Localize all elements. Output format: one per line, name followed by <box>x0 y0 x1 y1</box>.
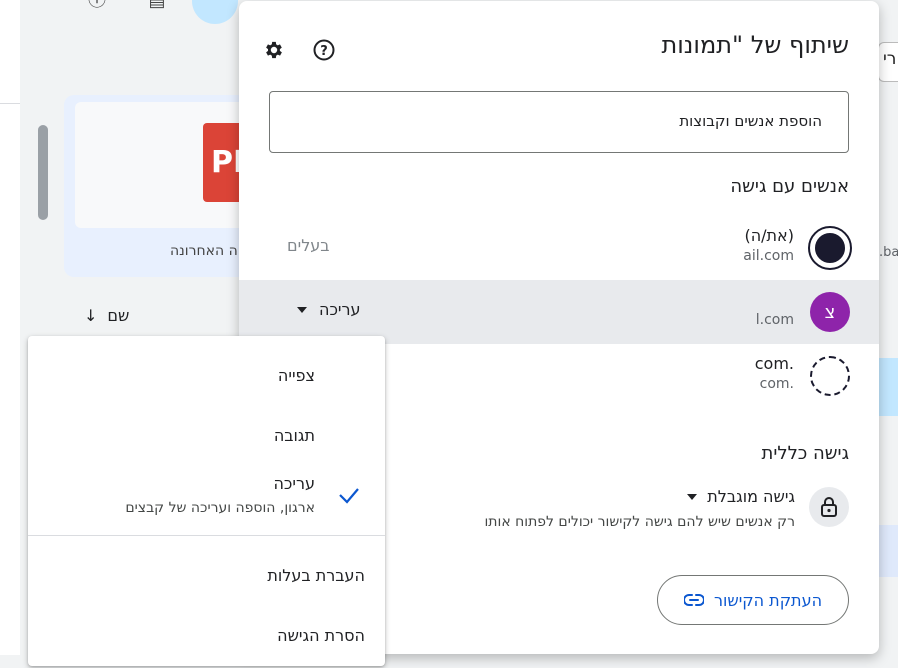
role-dropdown[interactable]: עריכה <box>297 300 361 319</box>
list-view-icon[interactable]: ▤ <box>146 0 168 12</box>
add-people-input[interactable]: הוספת אנשים וקבוצות <box>269 91 849 153</box>
svg-text:?: ? <box>320 44 328 59</box>
sort-label: שם <box>107 306 130 325</box>
role-menu: צפייה תגובה עריכה ארגון, הוספה ועריכה של… <box>28 336 385 666</box>
menu-item-commenter[interactable]: תגובה <box>28 406 385 464</box>
selected-row-edge <box>878 358 898 416</box>
link-icon <box>683 594 704 606</box>
row-edge <box>878 525 898 577</box>
copy-link-button[interactable]: העתקת הקישור <box>657 575 849 625</box>
sort-by-name-button[interactable]: ↓ שם <box>84 306 129 325</box>
people-with-access-heading: אנשים עם גישה <box>730 176 849 197</box>
menu-item-remove-access[interactable]: הסרת הגישה <box>28 610 385 668</box>
dialog-title-text: שיתוף של "תמונות <box>661 31 849 59</box>
access-description: רק אנשים שיש להם גישה לקישור יכולים לפתו… <box>484 514 795 530</box>
person-row-owner[interactable]: (את/ה) ail.com בעלים <box>239 216 879 280</box>
info-icon[interactable]: ⓘ <box>86 0 108 12</box>
arrow-down-icon: ↓ <box>84 306 98 325</box>
dialog-title-redacted: ... <box>630 31 662 59</box>
caret-down-icon <box>297 306 307 313</box>
person-email: .com <box>759 376 794 392</box>
role-label: עריכה <box>319 300 361 319</box>
menu-item-label: תגובה <box>273 426 315 445</box>
avatar <box>810 356 850 396</box>
account-avatar[interactable] <box>192 0 238 24</box>
person-email: ail.com <box>743 248 794 264</box>
caret-down-icon <box>687 493 698 500</box>
person-email: l.com <box>755 312 794 328</box>
menu-item-editor[interactable]: עריכה ארגון, הוספה ועריכה של קבצים <box>28 466 385 530</box>
copy-link-label: העתקת הקישור <box>713 590 823 610</box>
card-caption: ה האחרונה <box>170 243 238 259</box>
person-name: .com <box>754 354 794 373</box>
person-name: (את/ה) <box>744 226 794 245</box>
gear-icon[interactable] <box>261 37 287 63</box>
avatar: צ <box>810 292 850 332</box>
menu-item-viewer[interactable]: צפייה <box>28 346 385 404</box>
menu-divider <box>28 535 385 536</box>
owner-role-label: בעלים <box>287 236 330 255</box>
general-access-heading: גישה כללית <box>761 443 849 464</box>
menu-item-label: צפייה <box>277 366 315 385</box>
right-tab[interactable]: רי <box>878 42 898 82</box>
redaction <box>634 228 694 264</box>
menu-item-label: העברת בעלות <box>267 566 365 585</box>
help-circle-icon[interactable]: ? <box>311 37 337 63</box>
menu-item-label: עריכה <box>273 474 315 493</box>
scrollbar-thumb[interactable] <box>38 125 48 220</box>
left-panel-edge <box>0 0 20 655</box>
dialog-title: שיתוף של "תמונות ... <box>631 31 849 59</box>
right-edge-text: .ba <box>879 245 898 260</box>
redaction <box>639 288 749 332</box>
access-level-label: גישה מוגבלת <box>707 487 795 506</box>
avatar <box>808 226 852 270</box>
menu-item-description: ארגון, הוספה ועריכה של קבצים <box>125 500 315 516</box>
menu-item-transfer-ownership[interactable]: העברת בעלות <box>28 550 385 608</box>
general-access-dropdown[interactable]: גישה מוגבלת <box>687 487 795 506</box>
check-icon <box>339 488 359 504</box>
lock-icon <box>809 487 849 527</box>
divider <box>0 103 20 104</box>
person-row-editor[interactable]: צ l.com עריכה <box>239 280 879 344</box>
menu-item-label: הסרת הגישה <box>277 626 365 645</box>
